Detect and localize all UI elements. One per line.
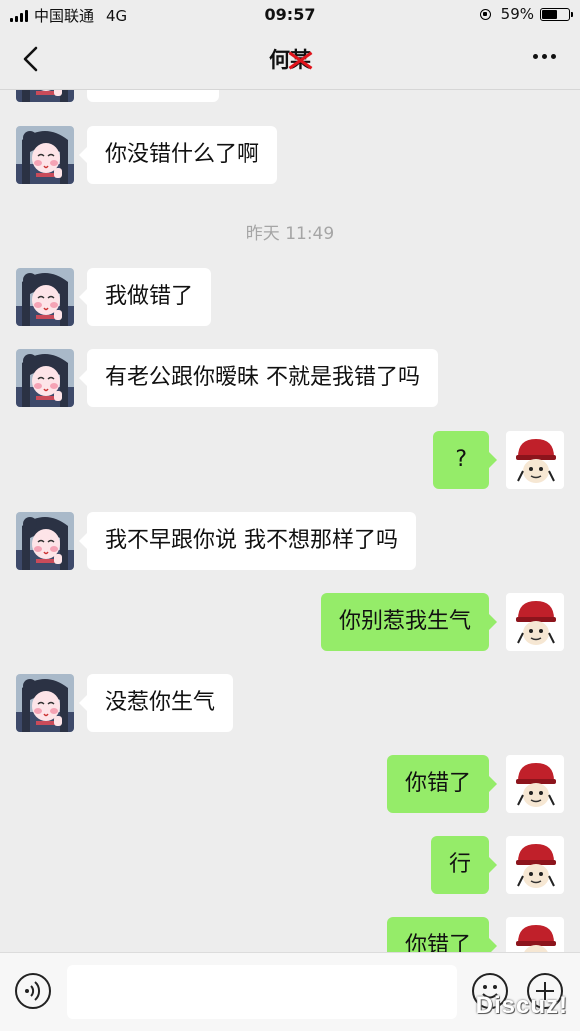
message-bubble[interactable]: 我不早跟你说 我不想那样了吗 — [79, 512, 416, 570]
battery-fill — [542, 9, 557, 19]
message-bubble[interactable]: 行 — [430, 836, 498, 894]
my-avatar[interactable] — [506, 593, 564, 651]
message-bubble[interactable]: 没惹你生气 — [78, 674, 234, 732]
my-avatar[interactable] — [506, 917, 564, 952]
watermark-logo: Discuz! — [475, 992, 568, 1019]
message-row: 你错了 — [0, 755, 580, 815]
dot-icon — [533, 54, 538, 59]
message-row: ? — [0, 431, 580, 491]
contact-avatar[interactable] — [16, 268, 74, 326]
message-row: 你错了 — [0, 917, 580, 952]
message-input[interactable] — [67, 965, 457, 1019]
voice-button[interactable] — [15, 973, 51, 1009]
orientation-lock-icon — [479, 8, 491, 20]
battery-icon — [540, 7, 573, 21]
contact-avatar[interactable] — [16, 126, 74, 184]
more-options-button[interactable] — [533, 54, 556, 59]
contact-avatar[interactable] — [16, 90, 74, 102]
dot-icon — [542, 54, 547, 59]
message-row: 没惹你生气 — [0, 674, 580, 734]
message-bubble[interactable] — [87, 90, 219, 102]
battery-percent: 59% — [500, 5, 534, 23]
message-timestamp: 昨天 11:49 — [245, 224, 335, 244]
message-row: 有老公跟你暧昧 不就是我错了吗 — [0, 349, 580, 409]
message-bubble[interactable]: 你没错什么了啊 — [78, 126, 278, 184]
contact-avatar[interactable] — [16, 674, 74, 732]
my-avatar[interactable] — [506, 431, 564, 489]
status-right: 59% — [479, 5, 573, 23]
message-row-partial — [0, 90, 580, 104]
message-list[interactable]: 你没错什么了啊 昨天 11:49 我做错了 有老公跟你暧昧 不就是我错了吗 ? … — [0, 90, 580, 952]
redaction-mark: 某 — [290, 44, 311, 74]
my-avatar[interactable] — [506, 755, 564, 813]
status-bar: 中国联通 4G 09:57 59% — [0, 0, 580, 30]
message-row: 我做错了 — [0, 268, 580, 328]
message-bubble[interactable]: 你别惹我生气 — [320, 593, 498, 651]
message-bubble[interactable]: 有老公跟你暧昧 不就是我错了吗 — [79, 349, 438, 407]
message-bubble[interactable]: ? — [433, 431, 497, 489]
dot-icon — [551, 54, 556, 59]
message-bubble[interactable]: 你错了 — [386, 917, 498, 952]
contact-avatar[interactable] — [16, 512, 74, 570]
message-row: 行 — [0, 836, 580, 896]
message-row: 你别惹我生气 — [0, 593, 580, 653]
chat-header: 何某 — [0, 30, 580, 88]
voice-icon — [25, 981, 41, 1001]
message-row: 你没错什么了啊 — [0, 126, 580, 186]
message-row: 我不早跟你说 我不想那样了吗 — [0, 512, 580, 572]
message-bubble[interactable]: 我做错了 — [78, 268, 212, 326]
contact-avatar[interactable] — [16, 349, 74, 407]
chat-title-text: 何 — [269, 48, 290, 72]
my-avatar[interactable] — [506, 836, 564, 894]
chat-title: 何某 — [0, 44, 580, 74]
message-bubble[interactable]: 你错了 — [386, 755, 498, 813]
